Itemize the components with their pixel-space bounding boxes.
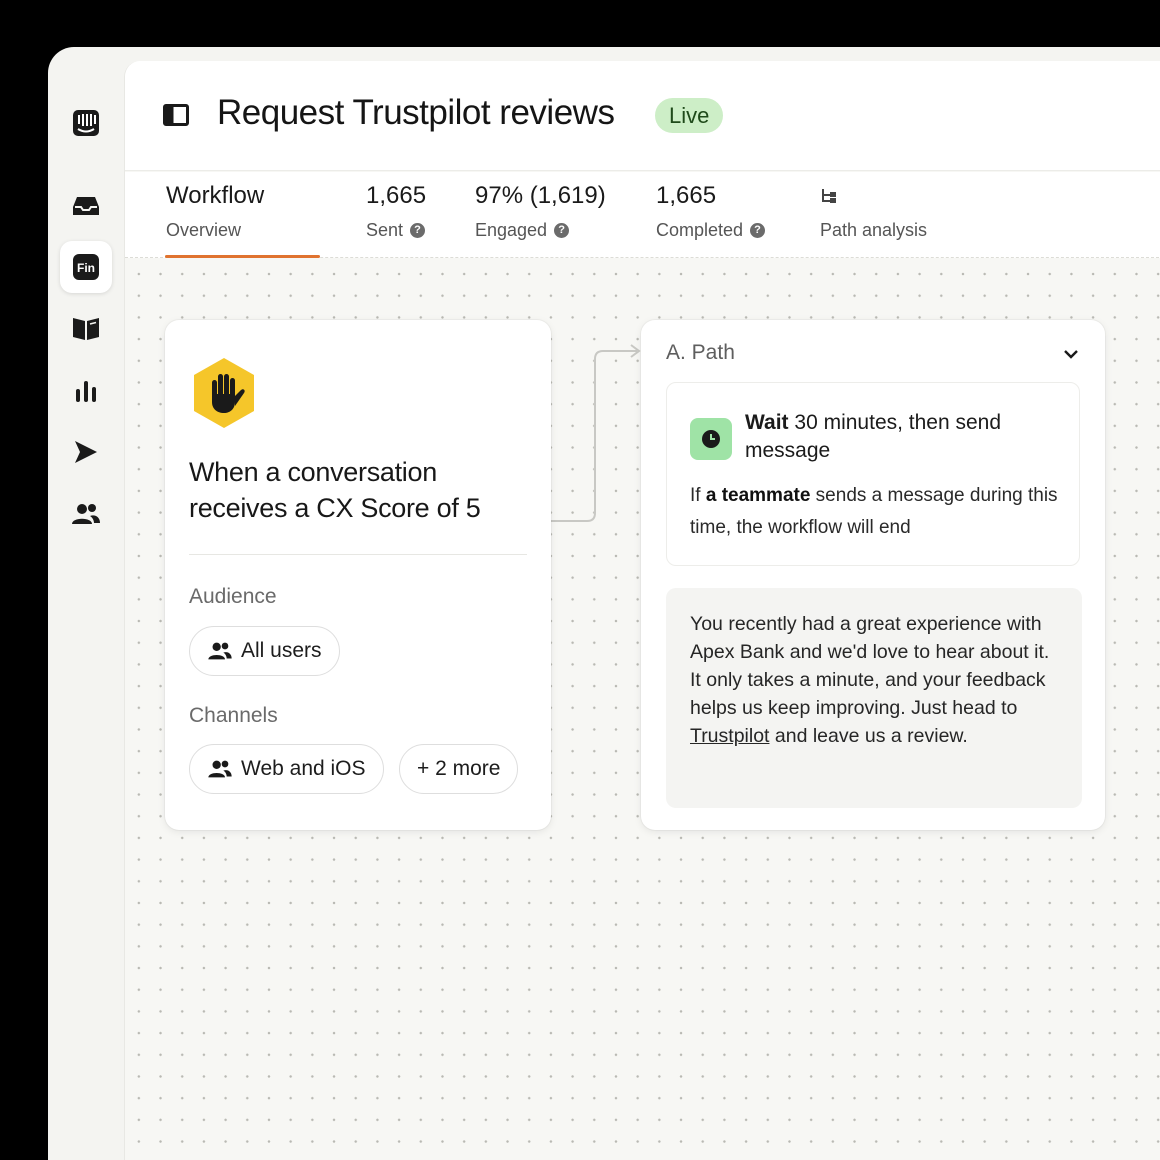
channels-value: Web and iOS bbox=[241, 757, 366, 780]
trigger-card[interactable]: When a conversation receives a CX Score … bbox=[165, 320, 551, 830]
sent-value: 1,665 bbox=[366, 182, 427, 209]
users-icon bbox=[208, 642, 232, 660]
users-icon bbox=[208, 760, 232, 778]
trigger-title: When a conversation receives a CX Score … bbox=[189, 457, 481, 523]
hand-icon bbox=[191, 356, 257, 435]
wait-step[interactable]: Wait 30 minutes, then send message If a … bbox=[666, 382, 1080, 566]
page-title: Request Trustpilot reviews bbox=[217, 93, 615, 132]
channels-label: Channels bbox=[189, 704, 278, 727]
app-window: Fin Request Trustpilot reviews Live Work… bbox=[48, 47, 1160, 1160]
workflow-tab-label: Overview bbox=[166, 220, 242, 240]
stat-completed[interactable]: 1,665 Completed? bbox=[656, 182, 766, 241]
wait-condition: If a teammate sends a message during thi… bbox=[690, 485, 1058, 538]
tab-path-analysis[interactable]: Path analysis bbox=[820, 182, 927, 241]
divider bbox=[189, 554, 527, 555]
inbox-icon[interactable] bbox=[60, 180, 112, 232]
wait-title: Wait 30 minutes, then send message bbox=[745, 411, 1002, 462]
stats-tabs: Workflow Overview 1,665 Sent? 97% (1,619… bbox=[125, 172, 1160, 258]
completed-value: 1,665 bbox=[656, 182, 717, 209]
message-step[interactable]: You recently had a great experience with… bbox=[666, 588, 1082, 808]
outbound-icon[interactable] bbox=[60, 426, 112, 478]
workflow-tab-title: Workflow bbox=[166, 182, 265, 209]
help-icon[interactable]: ? bbox=[750, 223, 766, 238]
completed-label: Completed bbox=[656, 220, 744, 240]
message-text: You recently had a great experience with… bbox=[690, 613, 1050, 747]
fin-icon-label: Fin bbox=[77, 261, 95, 275]
audience-pill[interactable]: All users bbox=[189, 626, 340, 676]
connector-arrow bbox=[551, 344, 641, 522]
sent-label: Sent bbox=[366, 220, 404, 240]
status-badge: Live bbox=[655, 98, 724, 133]
path-card[interactable]: A. Path Wait 30 minutes, then send messa… bbox=[641, 320, 1105, 830]
sidebar: Fin bbox=[48, 47, 124, 1160]
contacts-icon[interactable] bbox=[60, 488, 112, 540]
help-icon[interactable]: ? bbox=[410, 223, 426, 238]
active-tab-indicator bbox=[165, 255, 320, 258]
path-analysis-icon bbox=[822, 189, 836, 203]
engaged-label: Engaged bbox=[475, 220, 548, 240]
fin-icon[interactable]: Fin bbox=[60, 241, 112, 293]
knowledge-book-icon[interactable] bbox=[60, 302, 112, 354]
stat-engaged[interactable]: 97% (1,619) Engaged? bbox=[475, 182, 606, 241]
path-analysis-label: Path analysis bbox=[820, 220, 928, 240]
panel-toggle-icon[interactable] bbox=[163, 104, 189, 131]
tab-workflow-overview[interactable]: Workflow Overview bbox=[166, 182, 264, 241]
channels-pill[interactable]: Web and iOS bbox=[189, 744, 384, 794]
trustpilot-link[interactable]: Trustpilot bbox=[690, 725, 769, 747]
stat-sent[interactable]: 1,665 Sent? bbox=[366, 182, 426, 241]
reports-icon[interactable] bbox=[60, 365, 112, 417]
chevron-down-icon[interactable] bbox=[1063, 346, 1079, 364]
workflow-editor: Request Trustpilot reviews Live Workflow… bbox=[124, 61, 1160, 1160]
path-title: A. Path bbox=[666, 341, 735, 364]
channels-more: + 2 more bbox=[417, 757, 501, 780]
engaged-value: 97% (1,619) bbox=[475, 182, 606, 209]
clock-icon bbox=[690, 418, 732, 460]
audience-value: All users bbox=[241, 639, 322, 662]
intercom-logo-icon[interactable] bbox=[60, 97, 112, 149]
help-icon[interactable]: ? bbox=[554, 223, 570, 238]
page-header: Request Trustpilot reviews Live bbox=[125, 61, 1160, 171]
channels-more-pill[interactable]: + 2 more bbox=[399, 744, 519, 794]
audience-label: Audience bbox=[189, 585, 277, 608]
